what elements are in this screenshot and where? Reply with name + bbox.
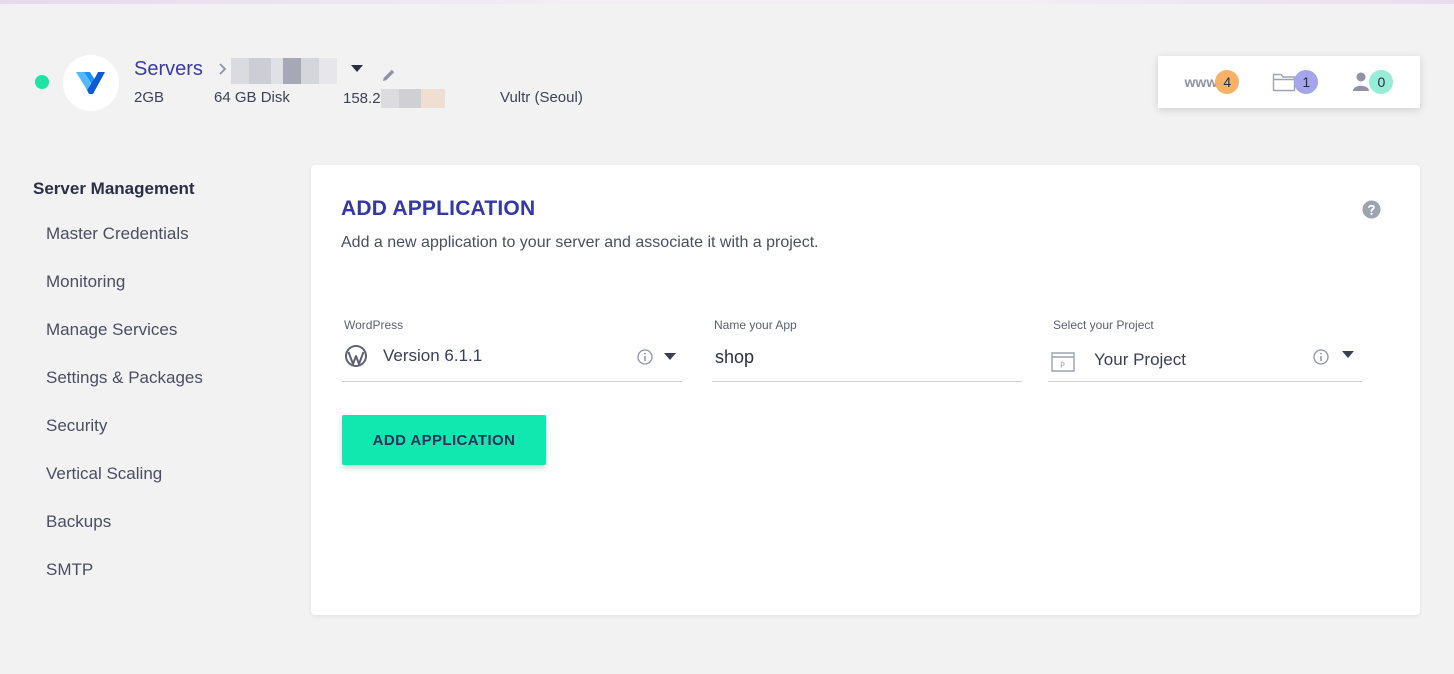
app-type-label: WordPress: [344, 318, 404, 332]
vultr-logo-icon: [63, 55, 119, 111]
server-status-indicator: [35, 75, 49, 89]
wordpress-icon: [345, 345, 367, 367]
help-icon[interactable]: [1362, 200, 1381, 219]
user-icon: [1353, 72, 1370, 91]
edit-pencil-icon[interactable]: [381, 67, 397, 83]
server-switch-caret-icon[interactable]: [350, 65, 363, 73]
server-ram: 2GB: [134, 89, 165, 106]
app-name-input[interactable]: [712, 340, 1022, 374]
app-version-value: Version 6.1.1: [383, 346, 483, 365]
server-disk: 64 GB Disk: [214, 89, 290, 106]
sidebar-item-smtp[interactable]: SMTP: [46, 558, 203, 606]
server-name-redacted: [230, 58, 337, 84]
breadcrumb: Servers: [134, 56, 397, 84]
folder-icon: [1273, 73, 1296, 92]
users-count-badge: 0: [1369, 70, 1394, 94]
page-subtitle: Add a new application to your server and…: [341, 234, 819, 251]
info-icon[interactable]: [637, 349, 653, 365]
sidebar-item-manage-services[interactable]: Manage Services: [46, 318, 203, 366]
add-application-card: ADD APPLICATION Add a new application to…: [311, 165, 1420, 615]
sidebar-item-backups[interactable]: Backups: [46, 510, 203, 558]
projects-counter[interactable]: 1: [1272, 70, 1319, 94]
projects-count-badge: 1: [1294, 70, 1319, 94]
add-application-button[interactable]: ADD APPLICATION: [342, 415, 546, 465]
chevron-down-icon[interactable]: [1342, 351, 1354, 359]
sidebar-nav: Master Credentials Monitoring Manage Ser…: [46, 222, 203, 606]
www-icon: www: [1184, 74, 1218, 90]
sidebar-item-master-credentials[interactable]: Master Credentials: [46, 222, 203, 270]
sidebar-item-monitoring[interactable]: Monitoring: [46, 270, 203, 318]
server-ip-redacted: [380, 89, 445, 108]
app-name-label: Name your App: [714, 318, 797, 332]
app-type-select[interactable]: WordPress Version 6.1.1: [342, 318, 682, 382]
server-ip: 158.2: [343, 89, 445, 108]
sidebar-item-settings-packages[interactable]: Settings & Packages: [46, 366, 203, 414]
apps-counter[interactable]: www 4: [1185, 70, 1240, 94]
project-folder-icon: P: [1051, 352, 1075, 372]
svg-text:P: P: [1060, 361, 1065, 370]
chevron-down-icon[interactable]: [664, 353, 676, 361]
app-name-field: Name your App: [712, 318, 1022, 382]
users-counter[interactable]: 0: [1351, 70, 1394, 94]
sidebar-title: Server Management: [33, 179, 195, 198]
project-label: Select your Project: [1053, 318, 1154, 332]
server-ip-prefix: 158.2: [343, 90, 381, 107]
apps-count-badge: 4: [1215, 70, 1240, 94]
server-location: Vultr (Seoul): [500, 89, 583, 106]
page-title: ADD APPLICATION: [341, 197, 536, 220]
chevron-right-icon: [219, 63, 227, 75]
project-value: Your Project: [1094, 350, 1186, 369]
sidebar-item-security[interactable]: Security: [46, 414, 203, 462]
info-icon[interactable]: [1313, 349, 1329, 365]
breadcrumb-servers-link[interactable]: Servers: [134, 58, 203, 81]
sidebar-item-vertical-scaling[interactable]: Vertical Scaling: [46, 462, 203, 510]
project-select[interactable]: Select your Project P Your Project: [1048, 318, 1362, 382]
top-accent-bar: [0, 0, 1454, 4]
server-counters-card: www 4 1 0: [1158, 56, 1420, 108]
